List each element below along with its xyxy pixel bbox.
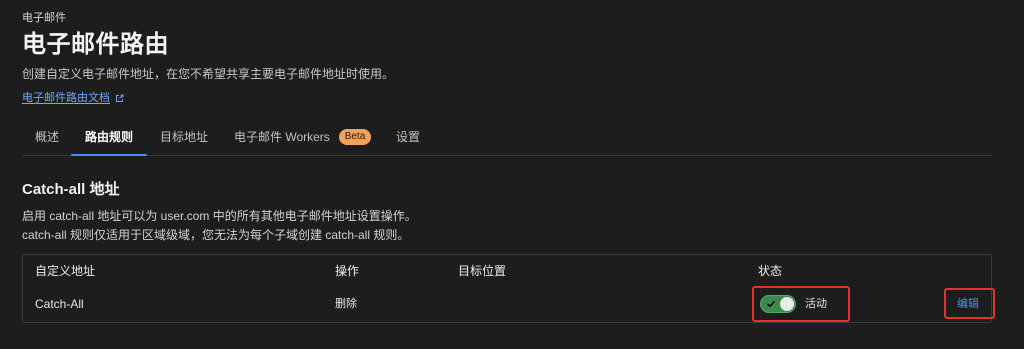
catch-all-address-cell: Catch-All [35,297,84,311]
docs-link-label: 电子邮件路由文档 [22,92,110,104]
tab-overview[interactable]: 概述 [35,130,59,145]
docs-link[interactable]: 电子邮件路由文档 [22,91,124,105]
tab-email-workers[interactable]: 电子邮件 Workers [234,130,330,145]
active-tab-indicator [71,154,147,156]
column-header-status: 状态 [758,264,783,278]
catch-all-description-line: 启用 catch-all 地址可以为 user.com 中的所有其他电子邮件地址… [22,209,417,223]
catch-all-description-line: catch-all 规则仅适用于区域级域，您无法为每个子域创建 catch-al… [22,228,410,242]
catch-all-description: 启用 catch-all 地址可以为 user.com 中的所有其他电子邮件地址… [22,207,417,245]
tab-routing-rules[interactable]: 路由规则 [85,130,133,145]
tab-destination-addresses[interactable]: 目标地址 [160,130,208,145]
page-title: 电子邮件路由 [22,31,169,58]
highlight-box-edit [944,288,995,319]
column-header-action: 操作 [335,264,360,278]
breadcrumb[interactable]: 电子邮件 [22,12,66,25]
catch-all-section-title: Catch-all 地址 [22,181,120,198]
highlight-box-status [752,286,850,322]
column-header-custom-address: 自定义地址 [35,264,96,278]
external-link-icon [115,94,124,103]
column-header-destination: 目标位置 [458,264,507,278]
page-description: 创建自定义电子邮件地址，在您不希望共享主要电子邮件地址时使用。 [22,67,395,81]
tab-settings[interactable]: 设置 [396,130,420,145]
action-cell: 删除 [335,298,357,310]
tabs-divider [22,155,992,156]
beta-badge: Beta [339,129,371,145]
